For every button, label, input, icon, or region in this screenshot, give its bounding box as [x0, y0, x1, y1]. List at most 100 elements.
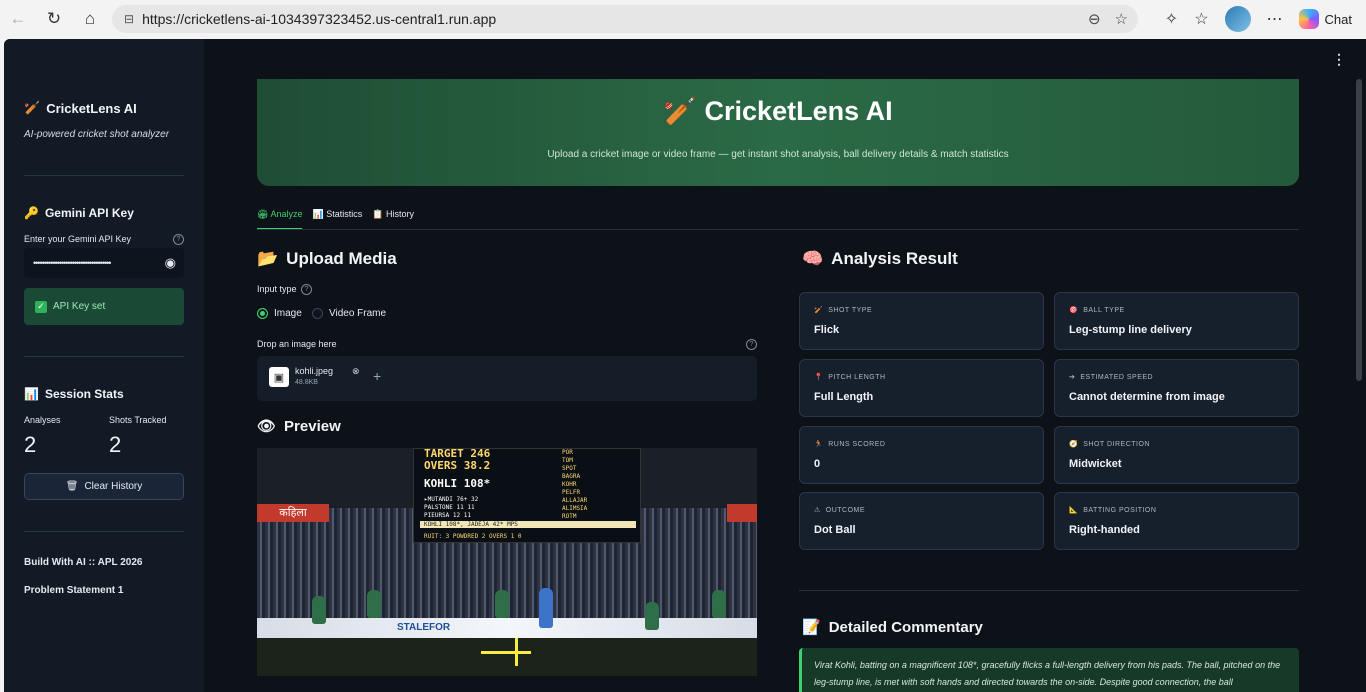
profile-avatar[interactable] — [1224, 6, 1251, 32]
remove-file-icon[interactable]: ⊗ — [352, 366, 360, 377]
cricket-bat-icon: 🏏 — [24, 100, 41, 115]
divider — [24, 531, 184, 532]
reload-icon[interactable]: ↻ — [36, 0, 72, 38]
card-label-text: PITCH LENGTH — [828, 373, 886, 381]
preview-image: कहिला TARGET 246 OVERS 38.2 KOHLI 108* ▸… — [257, 448, 757, 676]
result-card-direction: 🧭 SHOT DIRECTION Midwicket — [1054, 426, 1299, 484]
card-label: ➔ ESTIMATED SPEED — [1069, 373, 1154, 382]
ad-text: STALEFOR — [397, 622, 451, 633]
cricket-bat-icon: 🏏 — [663, 96, 698, 126]
upload-heading-text: Upload Media — [286, 249, 397, 268]
scoreboard-overs: OVERS 38.2 — [424, 459, 491, 472]
help-icon[interactable]: ? — [173, 234, 184, 245]
card-value: 0 — [814, 458, 821, 470]
api-key-label: Enter your Gemini API Key — [24, 234, 132, 244]
clipboard-icon: 📋 — [372, 209, 384, 219]
api-key-value[interactable]: •••••••••••••••••••••••••••••••••••• — [33, 258, 111, 268]
card-label-text: ESTIMATED SPEED — [1080, 373, 1154, 381]
tab-statistics[interactable]: 📊 Statistics — [312, 209, 362, 230]
card-value: Right-handed — [1069, 524, 1140, 536]
sidebar-title-text: CricketLens AI — [46, 100, 137, 116]
radio-video-frame[interactable]: Video Frame — [312, 308, 386, 319]
tabs-underline — [257, 229, 1299, 230]
card-label: 📐 BATTING POSITION — [1069, 506, 1156, 515]
tab-history-label: History — [385, 209, 414, 219]
help-icon[interactable]: ? — [301, 284, 312, 295]
app-window: 🏏 CricketLens AI AI-powered cricket shot… — [4, 39, 1366, 692]
radio-image[interactable]: Image — [257, 308, 302, 319]
address-bar[interactable]: ⊟ https://cricketlens-ai-1034397323452.u… — [112, 5, 1138, 33]
file-size: 48.8KB — [295, 379, 318, 386]
url-text[interactable]: https://cricketlens-ai-1034397323452.us-… — [142, 11, 496, 27]
batter — [539, 588, 553, 628]
input-type-label: Input type — [257, 284, 297, 294]
footer-problem: Problem Statement 1 — [24, 585, 124, 596]
session-stats-heading-text: Session Stats — [44, 387, 124, 401]
app-menu-icon[interactable]: ⋮ — [1332, 51, 1346, 68]
scoreboard-right-row: SPOT — [562, 465, 577, 472]
key-icon: 🔑 — [24, 206, 39, 220]
cricket-field — [257, 638, 757, 676]
favorites-icon[interactable]: ☆ — [1194, 9, 1208, 29]
page-scrollbar[interactable] — [1356, 79, 1362, 381]
commentary-heading-text: Detailed Commentary — [828, 618, 983, 636]
result-card-pitch-length: 📍 PITCH LENGTH Full Length — [799, 359, 1044, 417]
radio-video-dot[interactable] — [312, 308, 323, 319]
more-menu-icon[interactable]: ⋯ — [1267, 9, 1283, 29]
tab-analyze[interactable]: 🏟 Analyze — [257, 209, 303, 230]
stat-analyses-label: Analyses — [24, 415, 61, 425]
file-dropzone[interactable]: ▣ kohli.jpeg 48.8KB ⊗ + — [257, 356, 757, 401]
scoreboard-right-row: ROTM — [562, 513, 577, 520]
home-icon[interactable]: ⌂ — [72, 0, 108, 38]
runner-icon: 🏃 — [814, 441, 824, 448]
api-key-input[interactable]: •••••••••••••••••••••••••••••••••••• ◉ — [24, 248, 184, 278]
bar-chart-icon: 📊 — [24, 387, 39, 401]
radio-image-label: Image — [274, 308, 302, 319]
favorite-star-icon[interactable]: ☆ — [1115, 10, 1128, 28]
tab-history[interactable]: 📋 History — [372, 209, 414, 230]
fielder — [312, 596, 326, 624]
analysis-heading-text: Analysis Result — [831, 249, 958, 268]
compass-icon: 🧭 — [1069, 441, 1079, 448]
grid-icon: 🏟 — [257, 209, 269, 219]
result-card-speed: ➔ ESTIMATED SPEED Cannot determine from i… — [1054, 359, 1299, 417]
scoreboard-right-row: BAGRA — [562, 473, 581, 480]
zoom-icon[interactable]: ⊖ — [1088, 10, 1101, 28]
result-card-outcome: ⚠ OUTCOME Dot Ball — [799, 492, 1044, 550]
preview-heading: 👁 Preview — [257, 417, 341, 436]
card-label-text: OUTCOME — [825, 506, 866, 514]
add-file-icon[interactable]: + — [373, 368, 381, 384]
show-password-icon[interactable]: ◉ — [165, 255, 176, 271]
eye-icon: 👁 — [257, 418, 277, 435]
scoreboard-row-3: PIEURSA 12 11 — [424, 512, 471, 519]
sidebar-tagline: AI-powered cricket shot analyzer — [24, 129, 170, 140]
analysis-heading: 🧠 Analysis Result — [802, 249, 958, 269]
brain-icon: 🧠 — [802, 249, 824, 268]
preview-heading-text: Preview — [284, 417, 341, 435]
trash-icon: 🗑 — [65, 481, 79, 492]
help-icon[interactable]: ? — [746, 339, 757, 350]
extensions-icon[interactable]: ✧ — [1165, 9, 1178, 29]
scoreboard-right-row: ALIMSIA — [562, 505, 588, 512]
warning-icon: ⚠ — [814, 507, 821, 514]
card-value: Cannot determine from image — [1069, 391, 1225, 403]
clear-history-button[interactable]: 🗑 Clear History — [24, 473, 184, 500]
fielder — [712, 590, 726, 618]
hero-subtitle: Upload a cricket image or video frame — … — [547, 149, 1009, 160]
card-label-text: RUNS SCORED — [828, 440, 886, 448]
back-icon[interactable]: ← — [0, 0, 36, 38]
card-label: 📍 PITCH LENGTH — [814, 373, 886, 382]
copilot-chat-button[interactable]: Chat — [1298, 9, 1352, 29]
crease-marker-horizontal — [481, 651, 531, 654]
hero-title: 🏏 CricketLens AI — [257, 95, 1299, 127]
radio-image-dot[interactable] — [257, 308, 268, 319]
crease-marker-vertical — [515, 638, 518, 666]
card-label: ⚠ OUTCOME — [814, 506, 866, 515]
card-value: Midwicket — [1069, 458, 1122, 470]
folder-icon: 📂 — [257, 249, 279, 268]
copilot-icon — [1298, 9, 1319, 29]
card-label: 🏏 SHOT TYPE — [814, 306, 872, 315]
scoreboard-row-2: PALSTONE 11 11 — [424, 504, 475, 511]
site-info-icon[interactable]: ⊟ — [124, 12, 134, 26]
target-icon: 🎯 — [1069, 307, 1079, 314]
